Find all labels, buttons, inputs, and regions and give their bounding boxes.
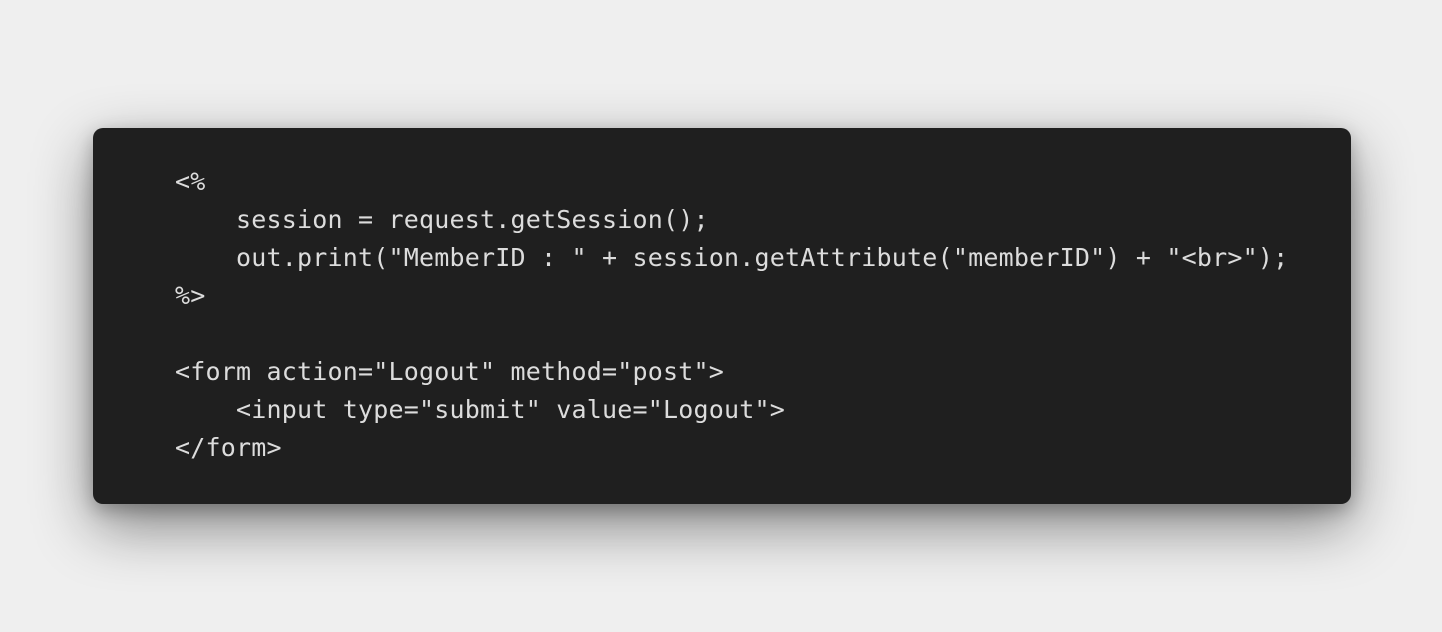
code-line: %> xyxy=(175,281,206,310)
code-line: <% xyxy=(175,167,206,196)
code-line: <input type="submit" value="Logout"> xyxy=(175,395,786,424)
code-line: out.print("MemberID : " + session.getAtt… xyxy=(175,243,1289,272)
code-block: <% session = request.getSession(); out.p… xyxy=(175,163,1351,467)
code-line: <form action="Logout" method="post"> xyxy=(175,357,725,386)
code-line: session = request.getSession(); xyxy=(175,205,709,234)
code-snippet-panel: <% session = request.getSession(); out.p… xyxy=(93,128,1351,504)
code-line: </form> xyxy=(175,433,282,462)
